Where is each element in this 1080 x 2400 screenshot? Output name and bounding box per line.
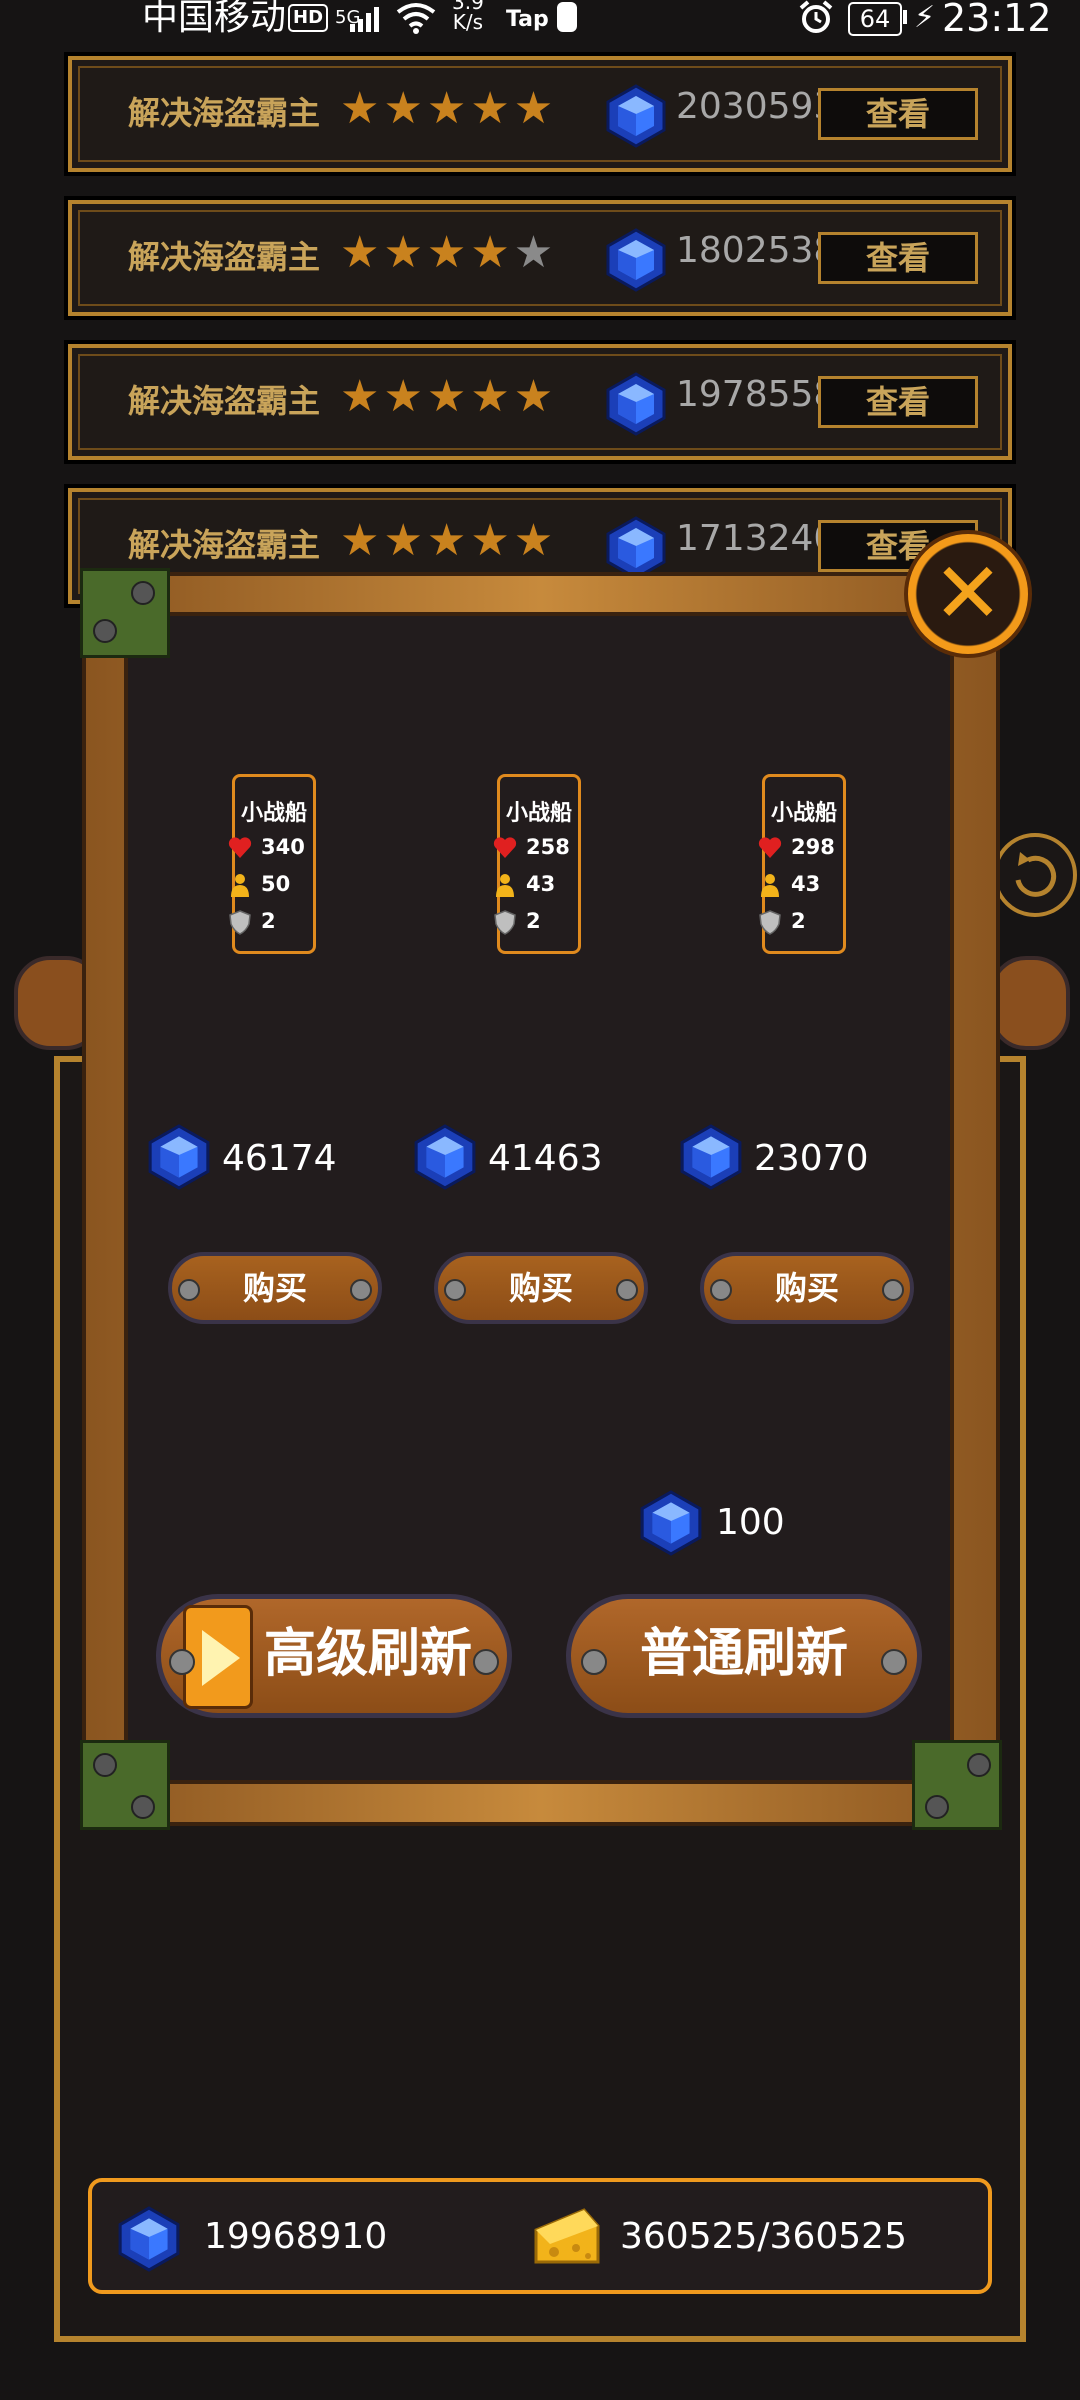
quest-stars: ★★★★★ [340,371,558,422]
food-balance: 360525/360525 [620,2216,907,2257]
ship-name: 小战船 [770,801,837,826]
charging-icon: ⚡ [914,0,936,35]
quest-name: 解决海盗霸主 [128,94,321,132]
net-speed: 3.9 K/s [452,0,484,34]
quest-stars: ★★★★★ [340,515,558,566]
price-value: 46174 [222,1138,337,1179]
background-plank [990,956,1070,1050]
normal-refresh-button[interactable]: 普通刷新 [566,1594,922,1718]
tap-badge: Tap [506,7,549,32]
quest-row: 解决海盗霸主 ★★★★★ 2030593 查看 [68,56,1012,172]
ship-name: 小战船 [505,801,572,826]
view-button[interactable]: 查看 [818,88,978,140]
quest-reward: 2030593 [676,86,837,127]
quest-row: 解决海盗霸主 ★★★★★ 1978558 查看 [68,344,1012,460]
shield-icon [492,909,518,935]
battery-level: 64 [848,2,902,36]
gem-icon [604,84,668,148]
buy-button[interactable]: 购买 [700,1252,914,1324]
ship-hp: 340 [261,835,305,859]
gem-balance: 19968910 [204,2216,388,2257]
gem-icon [604,228,668,292]
buy-label: 购买 [774,1269,839,1307]
quest-reward: 1713240 [676,518,837,559]
advanced-refresh-label: 高级刷新 [263,1624,472,1684]
shield-icon [227,909,253,935]
quest-name: 解决海盗霸主 [128,238,321,276]
quest-reward: 1978558 [676,374,837,415]
ship-hp: 258 [526,835,570,859]
crew-icon [227,872,253,898]
ship-crew: 43 [526,872,556,896]
ship-card[interactable]: 小战船 258 43 2 [497,774,581,954]
close-button[interactable]: ✕ [904,530,1032,658]
buy-label: 购买 [242,1269,307,1307]
refresh-icon [993,833,1077,917]
screw-icon [616,1279,638,1301]
screw-icon [710,1279,732,1301]
buy-button[interactable]: 购买 [168,1252,382,1324]
frame-corner [80,568,170,658]
ship-armor: 2 [526,909,541,933]
gem-icon [638,1490,704,1556]
quest-name: 解决海盗霸主 [128,526,321,564]
gem-icon [412,1124,478,1190]
quest-name: 解决海盗霸主 [128,382,321,420]
quest-stars: ★★★★★ [340,227,558,278]
quest-reward: 1802538 [676,230,837,271]
ship-crew: 50 [261,872,291,896]
ship-name: 小战船 [240,801,307,826]
ship-card[interactable]: 小战船 340 50 2 [232,774,316,954]
heart-icon [492,835,518,861]
screw-icon [350,1279,372,1301]
gem-icon [678,1124,744,1190]
gem-icon [116,2206,182,2272]
frame-corner [80,1740,170,1830]
clock: 23:12 [942,0,1052,40]
advanced-refresh-button[interactable]: 高级刷新 [156,1594,512,1718]
screw-icon [178,1279,200,1301]
price-value: 41463 [488,1138,603,1179]
cheese-icon [534,2208,600,2264]
signal-icon [350,6,384,32]
ship-card[interactable]: 小战船 298 43 2 [762,774,846,954]
normal-refresh-label: 普通刷新 [639,1624,848,1684]
heart-icon [757,835,783,861]
carrier-label: 中国移动 [142,0,287,38]
status-bar: 中国移动 HD 5G 3.9 K/s Tap 64 ⚡ 23:12 [0,0,1080,40]
refresh-cost-value: 100 [716,1502,785,1543]
frame-corner [912,1740,1002,1830]
screw-icon [882,1279,904,1301]
gem-icon [604,372,668,436]
screw-icon [169,1649,195,1675]
view-button[interactable]: 查看 [818,376,978,428]
crew-icon [492,872,518,898]
buy-label: 购买 [508,1269,573,1307]
close-icon: ✕ [932,544,1004,642]
ship-armor: 2 [791,909,806,933]
screw-icon [581,1649,607,1675]
ship-armor: 2 [261,909,276,933]
view-button[interactable]: 查看 [818,232,978,284]
hd-badge: HD [288,4,329,32]
notification-icon [557,2,577,32]
heart-icon [227,835,253,861]
screw-icon [444,1279,466,1301]
gem-icon [146,1124,212,1190]
buy-button[interactable]: 购买 [434,1252,648,1324]
quest-row: 解决海盗霸主 ★★★★★ 1802538 查看 [68,200,1012,316]
price-value: 23070 [754,1138,869,1179]
battery-icon [903,10,907,24]
crew-icon [757,872,783,898]
ship-crew: 43 [791,872,821,896]
alarm-icon [799,0,833,33]
ship-hp: 298 [791,835,835,859]
quest-stars: ★★★★★ [340,83,558,134]
screw-icon [881,1649,907,1675]
resource-bar: 19968910 360525/360525 [88,2178,992,2294]
shield-icon [757,909,783,935]
gem-icon [604,516,668,580]
screw-icon [473,1649,499,1675]
wifi-icon [396,3,436,34]
